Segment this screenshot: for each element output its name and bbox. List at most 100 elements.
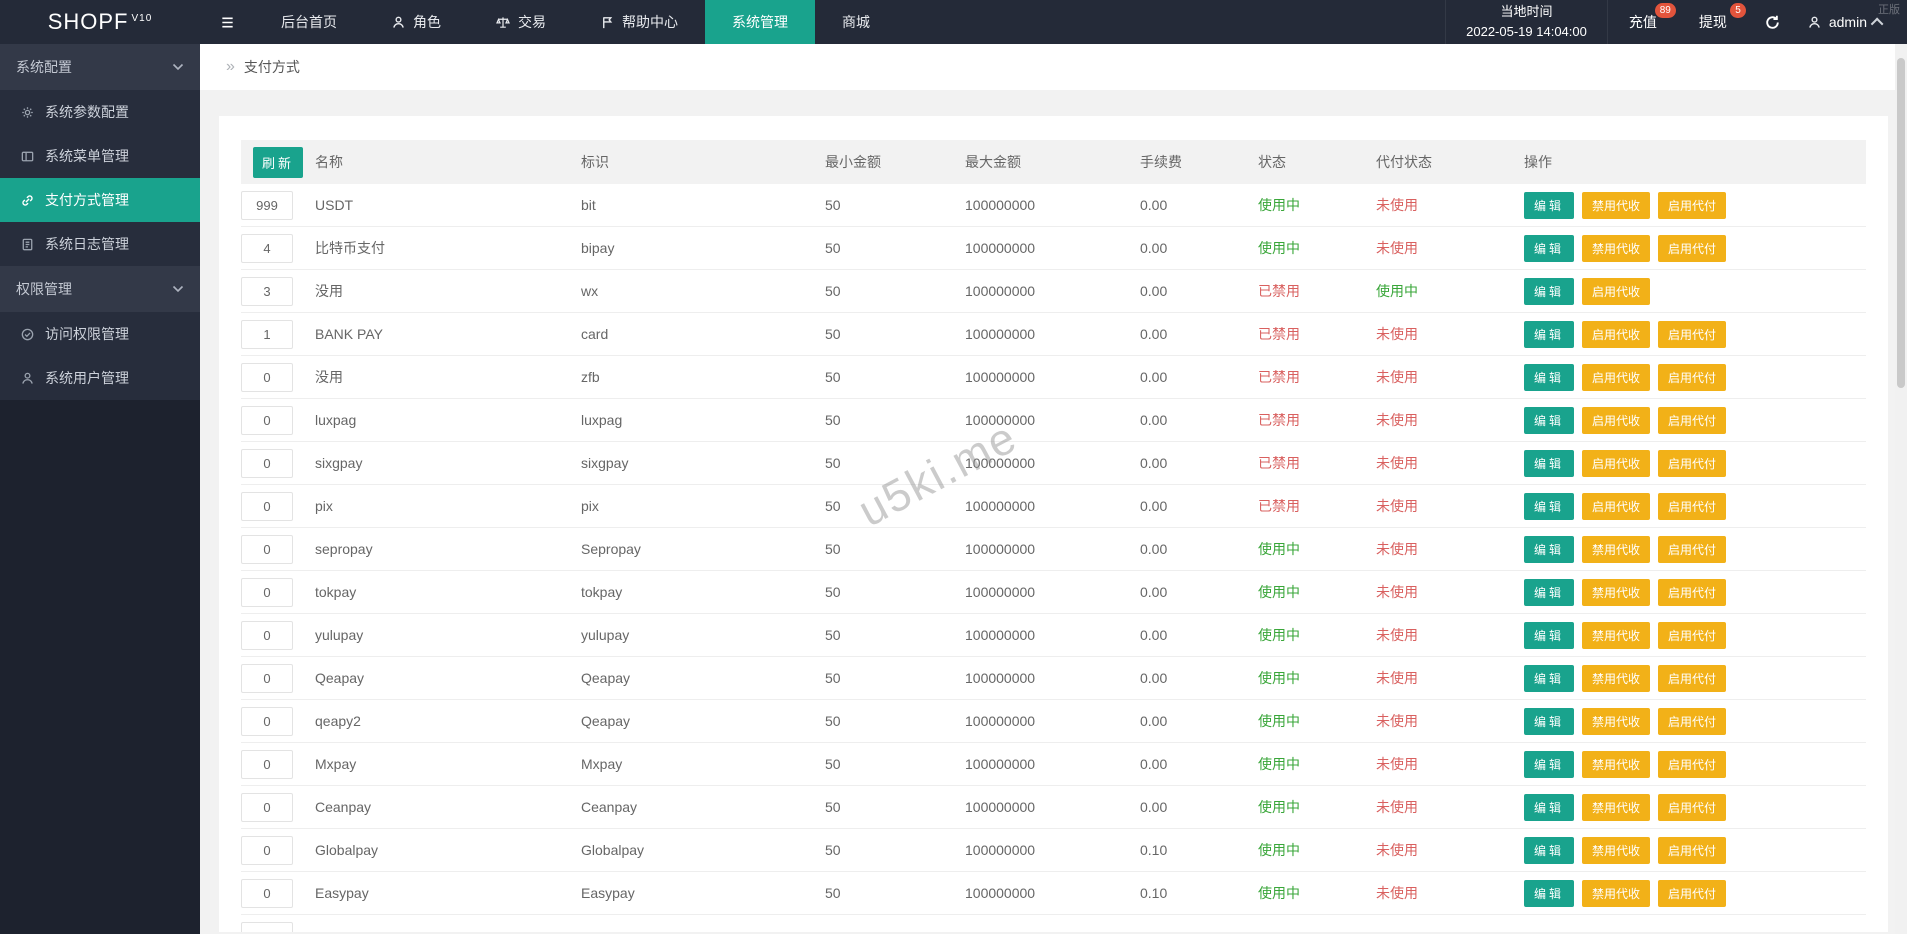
toggle-payout-button[interactable]: 启用代付	[1658, 750, 1727, 778]
toggle-payout-button[interactable]: 启用代付	[1658, 664, 1727, 692]
toggle-collect-button[interactable]: 禁用代收	[1582, 879, 1651, 907]
edit-button[interactable]: 编辑	[1524, 406, 1575, 434]
edit-button[interactable]: 编辑	[1524, 191, 1575, 219]
sidebar-item-system-menu[interactable]: 系统菜单管理	[0, 134, 200, 178]
edit-button[interactable]: 编辑	[1524, 793, 1575, 821]
toggle-collect-button[interactable]: 启用代收	[1582, 277, 1651, 305]
toggle-collect-button[interactable]: 启用代收	[1582, 320, 1651, 348]
sidebar-item-system-logs[interactable]: 系统日志管理	[0, 222, 200, 266]
toggle-collect-button[interactable]: 启用代收	[1582, 363, 1651, 391]
sort-order-input[interactable]	[241, 706, 293, 736]
sort-order-input[interactable]	[241, 448, 293, 478]
toggle-collect-button[interactable]: 启用代收	[1582, 492, 1651, 520]
edit-button[interactable]: 编辑	[1524, 320, 1575, 348]
group-label: 权限管理	[16, 281, 72, 297]
recharge-button[interactable]: 充值 89	[1608, 0, 1678, 44]
sort-order-input[interactable]	[241, 835, 293, 865]
toggle-collect-button[interactable]: 禁用代收	[1582, 836, 1651, 864]
toggle-payout-button[interactable]: 启用代付	[1658, 191, 1727, 219]
sort-order-input[interactable]	[241, 233, 293, 263]
sidebar-group-system-config[interactable]: 系统配置	[0, 44, 200, 90]
cell-fee: 0.00	[1140, 498, 1168, 514]
edit-button[interactable]: 编辑	[1524, 750, 1575, 778]
sort-order-input[interactable]	[241, 362, 293, 392]
toggle-collect-button[interactable]: 禁用代收	[1582, 793, 1651, 821]
breadcrumb-chevrons-icon: »	[226, 58, 235, 75]
sort-order-input[interactable]	[241, 534, 293, 564]
collapse-sidebar-button[interactable]	[200, 0, 254, 44]
scrollbar-thumb[interactable]	[1897, 58, 1905, 388]
sidebar-item-payment-methods[interactable]: 支付方式管理	[0, 178, 200, 222]
vertical-scrollbar[interactable]	[1895, 44, 1907, 934]
edit-button[interactable]: 编辑	[1524, 707, 1575, 735]
toggle-payout-button[interactable]: 启用代付	[1658, 793, 1727, 821]
sort-order-input[interactable]	[241, 405, 293, 435]
toggle-payout-button[interactable]: 启用代付	[1658, 535, 1727, 563]
sort-order-input[interactable]	[241, 792, 293, 822]
sort-order-input[interactable]	[241, 878, 293, 908]
refresh-table-button[interactable]: 刷新	[253, 146, 304, 178]
toggle-payout-button[interactable]: 启用代付	[1658, 406, 1727, 434]
edit-button[interactable]: 编辑	[1524, 664, 1575, 692]
toggle-collect-button[interactable]: 禁用代收	[1582, 191, 1651, 219]
withdraw-button[interactable]: 提现 5	[1678, 0, 1748, 44]
toggle-payout-button[interactable]: 启用代付	[1658, 363, 1727, 391]
cell-code: zfb	[581, 369, 600, 385]
nav-item-roles[interactable]: 角色	[364, 0, 468, 44]
edit-button[interactable]: 编辑	[1524, 535, 1575, 563]
sort-order-input[interactable]	[241, 921, 293, 932]
nav-item-mall[interactable]: 商城	[815, 0, 897, 44]
sort-order-input[interactable]	[241, 749, 293, 779]
cell-min-amount: 50	[825, 326, 841, 342]
cell-code: Sepropay	[581, 541, 641, 557]
toggle-payout-button[interactable]: 启用代付	[1658, 836, 1727, 864]
edit-button[interactable]: 编辑	[1524, 277, 1575, 305]
toggle-payout-button[interactable]: 启用代付	[1658, 492, 1727, 520]
toggle-payout-button[interactable]: 启用代付	[1658, 449, 1727, 477]
sidebar-item-system-params[interactable]: 系统参数配置	[0, 90, 200, 134]
edit-button[interactable]: 编辑	[1524, 879, 1575, 907]
edit-button[interactable]: 编辑	[1524, 234, 1575, 262]
sidebar-group-permissions[interactable]: 权限管理	[0, 266, 200, 312]
cell-name: BANK PAY	[315, 326, 383, 342]
nav-item-dashboard[interactable]: 后台首页	[254, 0, 364, 44]
refresh-page-button[interactable]	[1748, 0, 1797, 44]
toggle-payout-button[interactable]: 启用代付	[1658, 234, 1727, 262]
nav-item-system-management[interactable]: 系统管理	[705, 0, 815, 44]
sidebar-items-group-2: 访问权限管理 系统用户管理	[0, 312, 200, 400]
sidebar-item-access-permissions[interactable]: 访问权限管理	[0, 312, 200, 356]
sort-order-input[interactable]	[241, 577, 293, 607]
toggle-collect-button[interactable]: 禁用代收	[1582, 535, 1651, 563]
table-row: tokpay tokpay 50 100000000 0.00 使用中 未使用 …	[241, 571, 1866, 614]
toggle-collect-button[interactable]: 禁用代收	[1582, 750, 1651, 778]
nav-item-help-center[interactable]: 帮助中心	[573, 0, 705, 44]
edit-button[interactable]: 编辑	[1524, 836, 1575, 864]
toggle-payout-button[interactable]: 启用代付	[1658, 879, 1727, 907]
toggle-collect-button[interactable]: 禁用代收	[1582, 664, 1651, 692]
sort-order-input[interactable]	[241, 663, 293, 693]
edit-button[interactable]: 编辑	[1524, 492, 1575, 520]
sort-order-input[interactable]	[241, 190, 293, 220]
toggle-collect-button[interactable]: 禁用代收	[1582, 578, 1651, 606]
toggle-payout-button[interactable]: 启用代付	[1658, 621, 1727, 649]
toggle-collect-button[interactable]: 启用代收	[1582, 406, 1651, 434]
toggle-payout-button[interactable]: 启用代付	[1658, 578, 1727, 606]
sort-order-input[interactable]	[241, 491, 293, 521]
sidebar-item-system-users[interactable]: 系统用户管理	[0, 356, 200, 400]
cell-actions: 编辑 启用代收	[1524, 277, 1866, 305]
edit-button[interactable]: 编辑	[1524, 449, 1575, 477]
edit-button[interactable]: 编辑	[1524, 363, 1575, 391]
toggle-collect-button[interactable]: 禁用代收	[1582, 707, 1651, 735]
toggle-payout-button[interactable]: 启用代付	[1658, 707, 1727, 735]
toggle-payout-button[interactable]: 启用代付	[1658, 320, 1727, 348]
toggle-collect-button[interactable]: 禁用代收	[1582, 234, 1651, 262]
sort-order-input[interactable]	[241, 319, 293, 349]
nav-item-trade[interactable]: 交易	[468, 0, 573, 44]
edit-button[interactable]: 编辑	[1524, 621, 1575, 649]
toggle-collect-button[interactable]: 启用代收	[1582, 449, 1651, 477]
edit-button[interactable]: 编辑	[1524, 578, 1575, 606]
toggle-collect-button[interactable]: 禁用代收	[1582, 621, 1651, 649]
sort-order-input[interactable]	[241, 620, 293, 650]
cell-df-status: 未使用	[1376, 410, 1524, 430]
sort-order-input[interactable]	[241, 276, 293, 306]
